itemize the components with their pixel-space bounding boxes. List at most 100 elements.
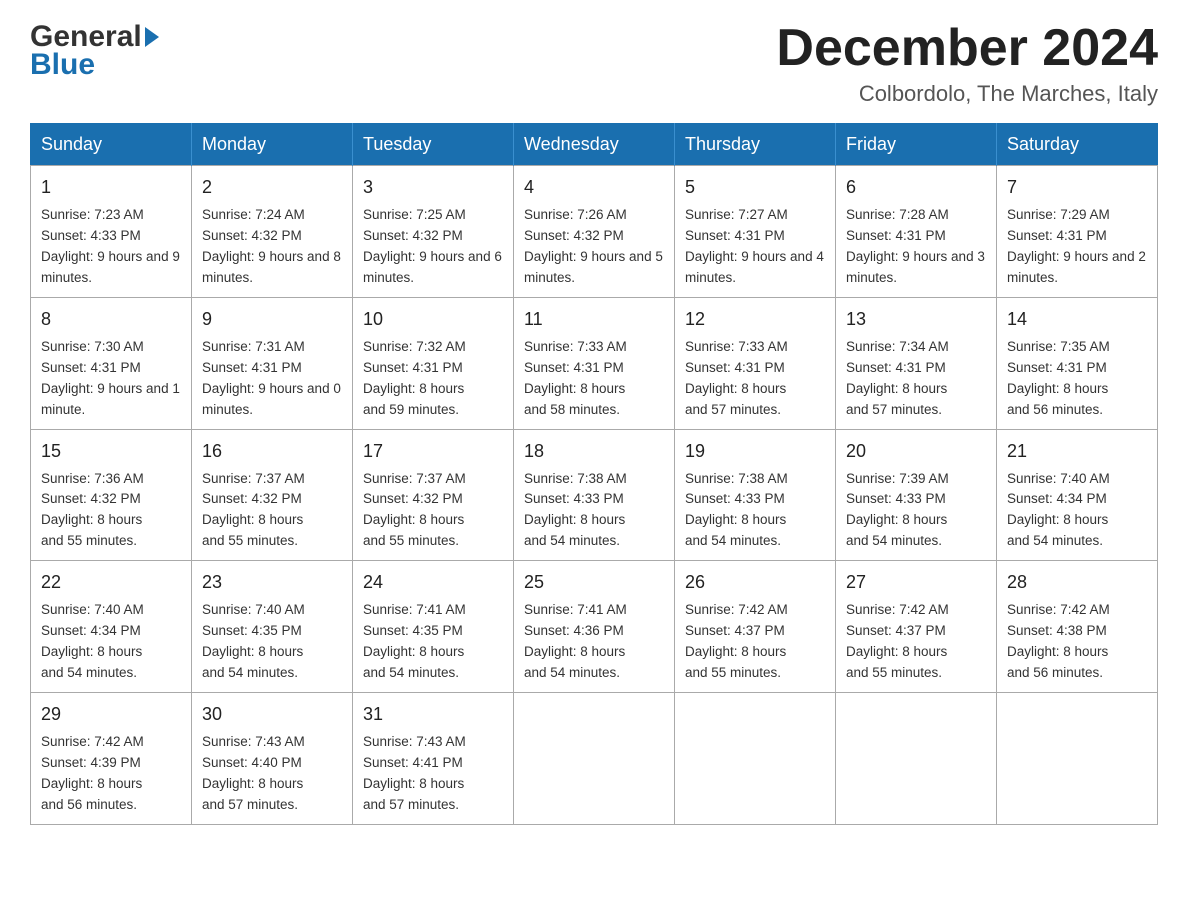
- page-header: General Blue December 2024 Colbordolo, T…: [30, 20, 1158, 107]
- day-info: Sunrise: 7:28 AMSunset: 4:31 PMDaylight:…: [846, 207, 985, 285]
- calendar-header-row: SundayMondayTuesdayWednesdayThursdayFrid…: [31, 124, 1158, 166]
- calendar-header-sunday: Sunday: [31, 124, 192, 166]
- calendar-day-cell: 15 Sunrise: 7:36 AMSunset: 4:32 PMDayligh…: [31, 429, 192, 561]
- day-number: 16: [202, 438, 342, 465]
- logo: General Blue: [30, 20, 159, 82]
- day-info: Sunrise: 7:35 AMSunset: 4:31 PMDaylight:…: [1007, 339, 1110, 417]
- day-info: Sunrise: 7:43 AMSunset: 4:41 PMDaylight:…: [363, 734, 466, 812]
- calendar-day-cell: 13 Sunrise: 7:34 AMSunset: 4:31 PMDayligh…: [836, 297, 997, 429]
- day-info: Sunrise: 7:24 AMSunset: 4:32 PMDaylight:…: [202, 207, 341, 285]
- day-info: Sunrise: 7:23 AMSunset: 4:33 PMDaylight:…: [41, 207, 180, 285]
- day-number: 15: [41, 438, 181, 465]
- calendar-day-cell: 19 Sunrise: 7:38 AMSunset: 4:33 PMDayligh…: [675, 429, 836, 561]
- day-info: Sunrise: 7:40 AMSunset: 4:35 PMDaylight:…: [202, 602, 305, 680]
- calendar-day-cell: 16 Sunrise: 7:37 AMSunset: 4:32 PMDayligh…: [192, 429, 353, 561]
- day-number: 19: [685, 438, 825, 465]
- calendar-day-cell: [514, 692, 675, 824]
- day-number: 30: [202, 701, 342, 728]
- day-info: Sunrise: 7:34 AMSunset: 4:31 PMDaylight:…: [846, 339, 949, 417]
- day-number: 22: [41, 569, 181, 596]
- calendar-day-cell: 26Sunrise: 7:42 AMSunset: 4:37 PMDayligh…: [675, 561, 836, 693]
- day-number: 28: [1007, 569, 1147, 596]
- day-number: 1: [41, 174, 181, 201]
- day-number: 14: [1007, 306, 1147, 333]
- day-number: 10: [363, 306, 503, 333]
- calendar-day-cell: 14 Sunrise: 7:35 AMSunset: 4:31 PMDayligh…: [997, 297, 1158, 429]
- logo-blue: Blue: [30, 48, 159, 82]
- calendar-day-cell: 1 Sunrise: 7:23 AMSunset: 4:33 PMDaylight…: [31, 166, 192, 298]
- calendar-day-cell: 18Sunrise: 7:38 AMSunset: 4:33 PMDayligh…: [514, 429, 675, 561]
- calendar-day-cell: 21 Sunrise: 7:40 AMSunset: 4:34 PMDayligh…: [997, 429, 1158, 561]
- day-number: 20: [846, 438, 986, 465]
- day-info: Sunrise: 7:37 AMSunset: 4:32 PMDaylight:…: [363, 471, 466, 549]
- calendar-day-cell: 5 Sunrise: 7:27 AMSunset: 4:31 PMDaylight…: [675, 166, 836, 298]
- day-number: 31: [363, 701, 503, 728]
- day-info: Sunrise: 7:29 AMSunset: 4:31 PMDaylight:…: [1007, 207, 1146, 285]
- day-number: 23: [202, 569, 342, 596]
- day-info: Sunrise: 7:38 AMSunset: 4:33 PMDaylight:…: [685, 471, 788, 549]
- calendar-table: SundayMondayTuesdayWednesdayThursdayFrid…: [30, 123, 1158, 824]
- day-number: 24: [363, 569, 503, 596]
- calendar-day-cell: [997, 692, 1158, 824]
- calendar-header-wednesday: Wednesday: [514, 124, 675, 166]
- day-number: 26: [685, 569, 825, 596]
- day-number: 4: [524, 174, 664, 201]
- calendar-day-cell: [675, 692, 836, 824]
- calendar-day-cell: 31 Sunrise: 7:43 AMSunset: 4:41 PMDayligh…: [353, 692, 514, 824]
- day-info: Sunrise: 7:36 AMSunset: 4:32 PMDaylight:…: [41, 471, 144, 549]
- calendar-week-row: 1 Sunrise: 7:23 AMSunset: 4:33 PMDaylight…: [31, 166, 1158, 298]
- page-title: December 2024: [776, 20, 1158, 77]
- calendar-day-cell: 24 Sunrise: 7:41 AMSunset: 4:35 PMDayligh…: [353, 561, 514, 693]
- day-number: 21: [1007, 438, 1147, 465]
- day-number: 25: [524, 569, 664, 596]
- day-info: Sunrise: 7:37 AMSunset: 4:32 PMDaylight:…: [202, 471, 305, 549]
- day-info: Sunrise: 7:40 AMSunset: 4:34 PMDaylight:…: [41, 602, 144, 680]
- day-number: 13: [846, 306, 986, 333]
- day-info: Sunrise: 7:38 AMSunset: 4:33 PMDaylight:…: [524, 471, 627, 549]
- calendar-day-cell: 29Sunrise: 7:42 AMSunset: 4:39 PMDayligh…: [31, 692, 192, 824]
- calendar-day-cell: 4 Sunrise: 7:26 AMSunset: 4:32 PMDaylight…: [514, 166, 675, 298]
- day-info: Sunrise: 7:39 AMSunset: 4:33 PMDaylight:…: [846, 471, 949, 549]
- day-info: Sunrise: 7:32 AMSunset: 4:31 PMDaylight:…: [363, 339, 466, 417]
- calendar-day-cell: 23 Sunrise: 7:40 AMSunset: 4:35 PMDayligh…: [192, 561, 353, 693]
- logo-arrow-icon: [145, 27, 159, 47]
- day-info: Sunrise: 7:26 AMSunset: 4:32 PMDaylight:…: [524, 207, 663, 285]
- day-number: 11: [524, 306, 664, 333]
- day-info: Sunrise: 7:42 AMSunset: 4:37 PMDaylight:…: [846, 602, 949, 680]
- day-info: Sunrise: 7:41 AMSunset: 4:36 PMDaylight:…: [524, 602, 627, 680]
- day-info: Sunrise: 7:42 AMSunset: 4:39 PMDaylight:…: [41, 734, 144, 812]
- calendar-day-cell: 2 Sunrise: 7:24 AMSunset: 4:32 PMDaylight…: [192, 166, 353, 298]
- calendar-day-cell: 12Sunrise: 7:33 AMSunset: 4:31 PMDayligh…: [675, 297, 836, 429]
- calendar-header-friday: Friday: [836, 124, 997, 166]
- day-info: Sunrise: 7:25 AMSunset: 4:32 PMDaylight:…: [363, 207, 502, 285]
- day-number: 7: [1007, 174, 1147, 201]
- calendar-day-cell: 8 Sunrise: 7:30 AMSunset: 4:31 PMDaylight…: [31, 297, 192, 429]
- day-info: Sunrise: 7:27 AMSunset: 4:31 PMDaylight:…: [685, 207, 824, 285]
- calendar-day-cell: 28Sunrise: 7:42 AMSunset: 4:38 PMDayligh…: [997, 561, 1158, 693]
- calendar-day-cell: 3Sunrise: 7:25 AMSunset: 4:32 PMDaylight…: [353, 166, 514, 298]
- day-info: Sunrise: 7:30 AMSunset: 4:31 PMDaylight:…: [41, 339, 180, 417]
- page-subtitle: Colbordolo, The Marches, Italy: [776, 81, 1158, 107]
- day-number: 2: [202, 174, 342, 201]
- calendar-day-cell: 22 Sunrise: 7:40 AMSunset: 4:34 PMDayligh…: [31, 561, 192, 693]
- calendar-day-cell: 9 Sunrise: 7:31 AMSunset: 4:31 PMDaylight…: [192, 297, 353, 429]
- day-number: 5: [685, 174, 825, 201]
- day-info: Sunrise: 7:33 AMSunset: 4:31 PMDaylight:…: [685, 339, 788, 417]
- calendar-header-tuesday: Tuesday: [353, 124, 514, 166]
- calendar-header-thursday: Thursday: [675, 124, 836, 166]
- day-number: 27: [846, 569, 986, 596]
- day-info: Sunrise: 7:40 AMSunset: 4:34 PMDaylight:…: [1007, 471, 1110, 549]
- calendar-day-cell: 7 Sunrise: 7:29 AMSunset: 4:31 PMDaylight…: [997, 166, 1158, 298]
- calendar-day-cell: 17Sunrise: 7:37 AMSunset: 4:32 PMDayligh…: [353, 429, 514, 561]
- day-number: 8: [41, 306, 181, 333]
- calendar-week-row: 29Sunrise: 7:42 AMSunset: 4:39 PMDayligh…: [31, 692, 1158, 824]
- day-info: Sunrise: 7:31 AMSunset: 4:31 PMDaylight:…: [202, 339, 341, 417]
- day-number: 9: [202, 306, 342, 333]
- day-info: Sunrise: 7:41 AMSunset: 4:35 PMDaylight:…: [363, 602, 466, 680]
- day-info: Sunrise: 7:33 AMSunset: 4:31 PMDaylight:…: [524, 339, 627, 417]
- calendar-week-row: 8 Sunrise: 7:30 AMSunset: 4:31 PMDaylight…: [31, 297, 1158, 429]
- calendar-day-cell: 27 Sunrise: 7:42 AMSunset: 4:37 PMDayligh…: [836, 561, 997, 693]
- calendar-day-cell: [836, 692, 997, 824]
- day-info: Sunrise: 7:43 AMSunset: 4:40 PMDaylight:…: [202, 734, 305, 812]
- calendar-day-cell: 20 Sunrise: 7:39 AMSunset: 4:33 PMDayligh…: [836, 429, 997, 561]
